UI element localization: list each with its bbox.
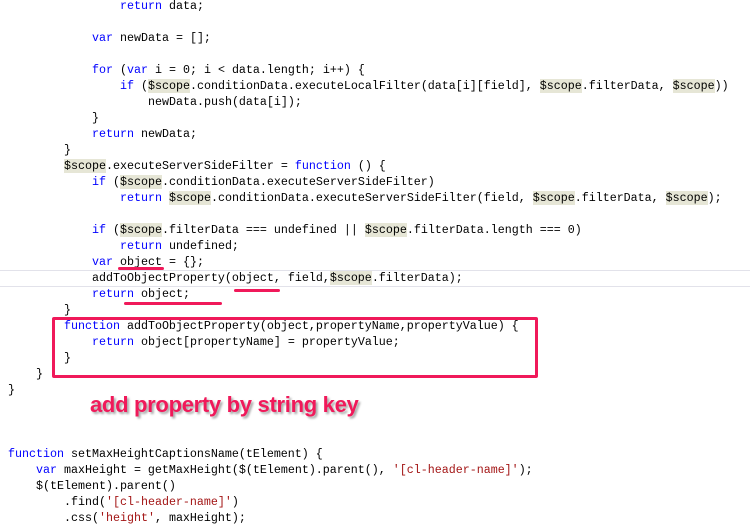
code-line: return undefined; [120, 239, 239, 253]
code-line: } [36, 367, 43, 381]
code-line: return object; [92, 287, 190, 301]
scope-token: $scope [168, 191, 211, 205]
code-line: if ($scope.conditionData.executeLocalFil… [120, 79, 729, 93]
code-line: return $scope.conditionData.executeServe… [120, 191, 722, 205]
scope-token: $scope [539, 79, 582, 93]
keyword-token: for [92, 63, 113, 77]
keyword-token: function [8, 447, 64, 461]
keyword-token: return [120, 239, 162, 253]
code-line: return data; [120, 0, 204, 13]
annotation-text: add property by string key [90, 392, 359, 417]
keyword-token: if [92, 223, 106, 237]
code-line: newData.push(data[i]); [148, 95, 302, 109]
keyword-token: return [120, 0, 162, 13]
keyword-token: return [92, 127, 134, 141]
keyword-token: return [92, 287, 134, 301]
scope-token: $scope [120, 223, 162, 237]
code-editor[interactable]: return data; var newData = []; for (var i … [0, 0, 750, 525]
code-line: } [8, 383, 15, 397]
scope-token: $scope [64, 159, 106, 173]
code-line: .find('[cl-header-name]') [64, 495, 239, 509]
annotation-underline [234, 289, 280, 292]
scope-token: $scope [148, 79, 190, 93]
code-line: for (var i = 0; i < data.length; i++) { [92, 63, 365, 77]
code-line: if ($scope.conditionData.executeServerSi… [92, 175, 435, 189]
code-line: var newData = []; [92, 31, 211, 45]
scope-token: $scope [120, 175, 162, 189]
code-line: var maxHeight = getMaxHeight($(tElement)… [36, 463, 533, 477]
keyword-token: var [92, 255, 113, 269]
code-line: function setMaxHeightCaptionsName(tEleme… [8, 447, 323, 461]
scope-token: $scope [672, 79, 715, 93]
keyword-token: return [120, 191, 162, 205]
code-line: $scope.executeServerSideFilter = functio… [64, 159, 386, 173]
scope-token: $scope [329, 271, 372, 285]
keyword-token: function [294, 159, 351, 173]
annotation-underline [124, 302, 222, 305]
scope-token: $scope [665, 191, 708, 205]
scope-token: $scope [532, 191, 575, 205]
scope-token: $scope [364, 223, 407, 237]
keyword-token: var [92, 31, 113, 45]
code-line: if ($scope.filterData === undefined || $… [92, 223, 582, 237]
code-line: $(tElement).parent() [36, 479, 176, 493]
annotation-highlight-box [52, 317, 538, 378]
keyword-token: if [120, 79, 134, 93]
keyword-token: if [92, 175, 106, 189]
code-line: .css('height', maxHeight); [64, 511, 246, 525]
code-line: } [64, 303, 71, 317]
string-token: 'height' [98, 511, 155, 525]
keyword-token: var [127, 63, 148, 77]
code-line: } [64, 143, 71, 157]
code-line: addToObjectProperty(object, field,$scope… [92, 271, 463, 285]
string-token: '[cl-header-name]' [105, 495, 232, 509]
keyword-token: var [36, 463, 57, 477]
code-line: } [92, 111, 99, 125]
annotation-underline [118, 267, 164, 270]
string-token: '[cl-header-name]' [392, 463, 519, 477]
code-line: return newData; [92, 127, 197, 141]
